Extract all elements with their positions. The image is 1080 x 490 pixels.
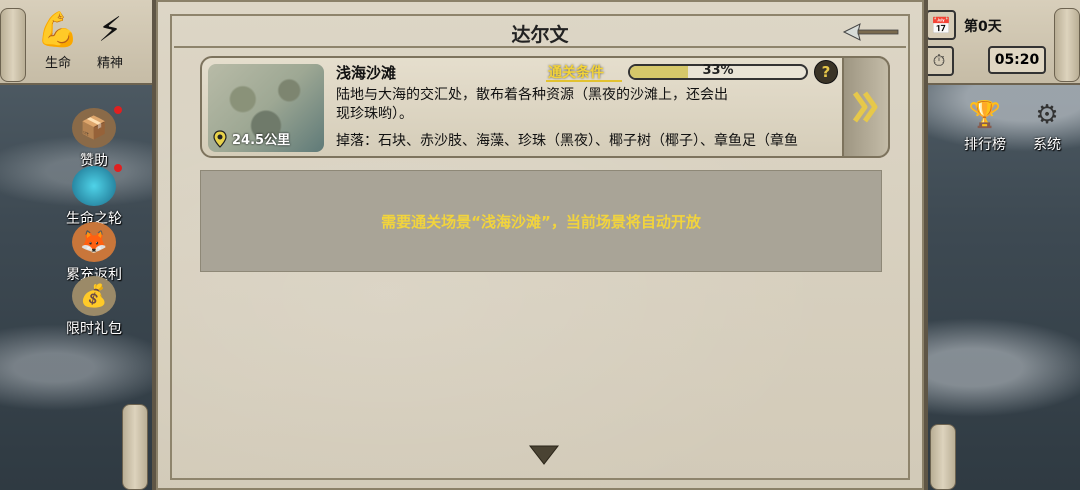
leaderboard-button[interactable]: 🏆 排行榜: [950, 96, 1020, 154]
distance-text: 24.5公里: [232, 133, 291, 148]
clear-condition-underline: [546, 80, 622, 82]
map-pin-icon: [213, 129, 227, 148]
scroll-edge-bottom-right: [930, 424, 956, 490]
day-counter: 第0天: [964, 19, 1002, 35]
level-description: 陆地与大海的交汇处，散布着各种资源（黑夜的沙滩上，还会出现珍珠哟）。: [336, 87, 728, 122]
close-button[interactable]: [842, 20, 902, 44]
spear-close-icon: [842, 23, 899, 41]
clear-condition-label[interactable]: 通关条件: [548, 62, 604, 82]
muscle-icon: 💪: [36, 10, 80, 50]
locked-message: 需要通关场景“浅海沙滩”，当前场景将自动开放: [381, 212, 701, 231]
clock-icon[interactable]: ⏱: [924, 46, 954, 76]
stat-spirit[interactable]: ⚡ 精神: [84, 10, 136, 71]
time-display: 05:20: [988, 46, 1046, 74]
limited-pack-label: 限时礼包: [66, 321, 122, 337]
level-card[interactable]: 24.5公里 浅海沙滩 通关条件 33% ? 陆地与大海的交汇处，散布着各种资源…: [200, 56, 890, 158]
double-chevron-right-icon: [852, 91, 878, 123]
level-drops: 掉落：石块、赤沙肢、海藻、珍珠（黑夜）、椰子树（椰子）、章鱼足（章鱼: [336, 133, 798, 149]
wheel-of-life-button[interactable]: 生命之轮: [54, 164, 134, 228]
lightning-icon: ⚡: [98, 10, 122, 50]
stat-health-label: 生命: [44, 56, 71, 71]
trophy-icon: 🏆: [968, 100, 1002, 130]
scroll-edge-left: [0, 8, 26, 82]
calendar-icon[interactable]: 📅: [926, 10, 956, 40]
title-divider: [174, 46, 906, 48]
notification-dot: [114, 164, 122, 172]
mascot-icon: 🦊: [72, 222, 116, 262]
system-button[interactable]: ⚙ 系统: [1012, 96, 1080, 154]
gear-icon: ⚙: [1035, 100, 1059, 130]
sponsor-button[interactable]: 📦 赞助: [54, 106, 134, 170]
leaderboard-label: 排行榜: [964, 137, 1006, 153]
chevron-down-icon: [528, 445, 560, 465]
locked-level-card: 需要通关场景“浅海沙滩”，当前场景将自动开放: [200, 170, 882, 272]
progress-text: 33%: [702, 63, 734, 78]
stat-health[interactable]: 💪 生命: [32, 10, 84, 71]
chest-icon: 📦: [72, 108, 116, 148]
system-label: 系统: [1033, 137, 1061, 153]
limited-pack-button[interactable]: 💰 限时礼包: [54, 276, 134, 338]
sack-icon: 💰: [72, 276, 116, 316]
orb-icon: [72, 166, 116, 206]
region-panel: 达尔文 24.5公里 浅海沙滩 通关条件 33% ? 陆地与大海的交汇处，散布着…: [152, 0, 928, 490]
stat-spirit-label: 精神: [96, 56, 123, 71]
scroll-edge-bottom-left: [122, 404, 148, 490]
help-icon[interactable]: ?: [814, 60, 838, 84]
scroll-edge-right: [1054, 8, 1080, 82]
level-name: 浅海沙滩: [336, 64, 397, 82]
enter-level-button[interactable]: [842, 56, 890, 158]
level-thumbnail: 24.5公里: [208, 64, 324, 152]
scroll-down-button[interactable]: [528, 442, 560, 466]
distance-tag: 24.5公里: [212, 129, 290, 148]
panel-title: 达尔文: [511, 24, 569, 46]
notification-dot: [114, 106, 122, 114]
recharge-rebate-button[interactable]: 🦊 累充返利: [54, 222, 134, 284]
